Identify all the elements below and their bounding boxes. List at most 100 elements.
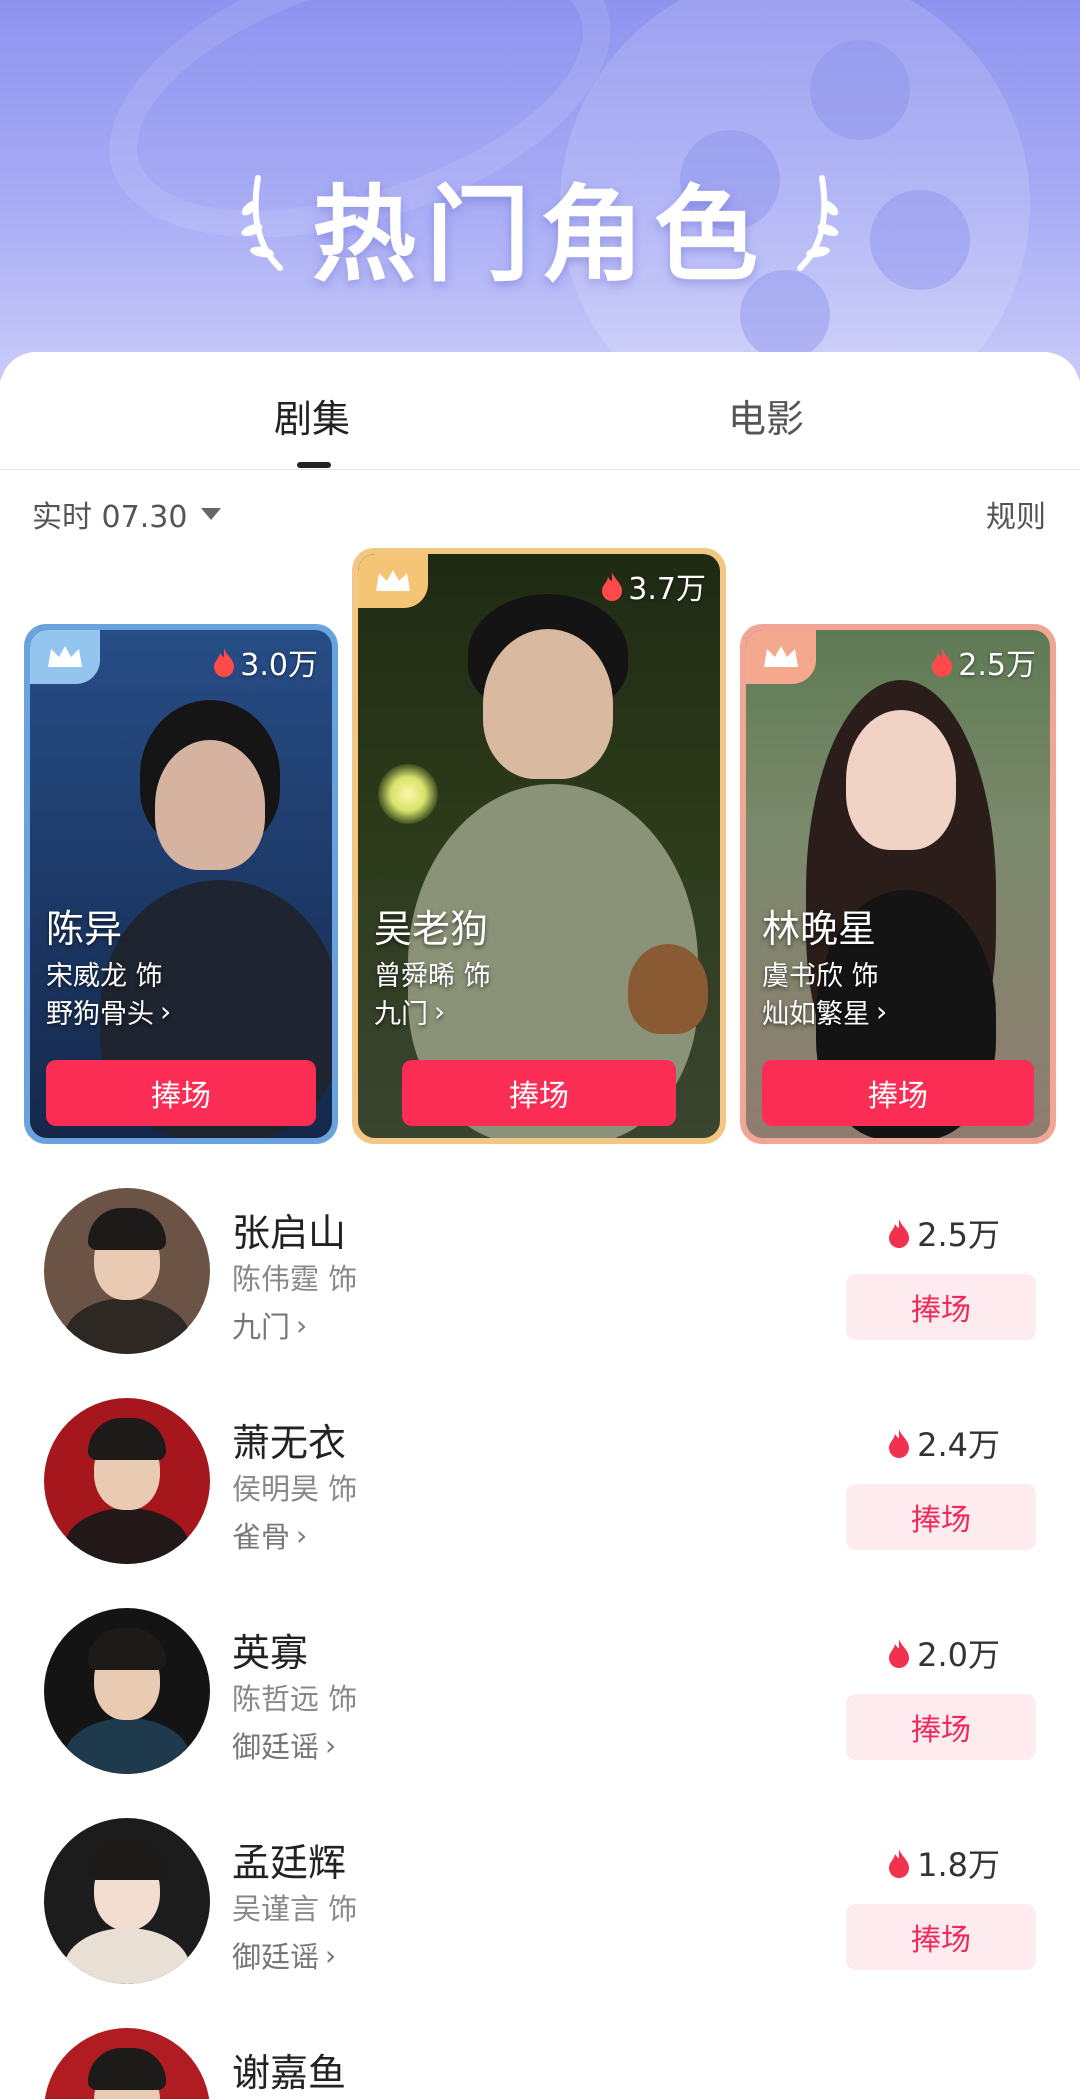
- chevron-right-icon: ›: [296, 1518, 308, 1552]
- face-shape: [483, 629, 613, 779]
- support-button[interactable]: 捧场: [762, 1060, 1034, 1126]
- show-title: 野狗骨头: [46, 999, 154, 1030]
- heat-count: 2.4万: [887, 1420, 1000, 1466]
- list-item[interactable]: 谢嘉鱼: [0, 2028, 1080, 2099]
- avatar-body: [64, 1718, 190, 1774]
- top-card-rank-2[interactable]: 3.0万 陈异 宋威龙 饰 野狗骨头 › 捧场: [24, 624, 338, 1144]
- avatar: [44, 1188, 210, 1354]
- character-name: 谢嘉鱼: [232, 2051, 347, 2095]
- flame-icon: [932, 648, 953, 677]
- support-button[interactable]: 捧场: [46, 1060, 316, 1126]
- chevron-right-icon: ›: [296, 1308, 308, 1342]
- crown-badge: [358, 554, 428, 608]
- heat-count: 2.0万: [887, 1630, 1000, 1676]
- show-title: 御廷谣: [232, 1730, 320, 1764]
- actor-name: 吴谨言 饰: [232, 1892, 358, 1926]
- top-card-rank-3[interactable]: 2.5万 林晚星 虞书欣 饰 灿如繁星 › 捧场: [740, 624, 1056, 1144]
- chevron-right-icon: ›: [876, 995, 888, 1028]
- character-name: 英寡: [232, 1631, 309, 1675]
- face-shape: [155, 740, 265, 870]
- flashlight-glow: [378, 764, 438, 824]
- avatar-body: [64, 1298, 190, 1354]
- show-link[interactable]: 御廷谣 ›: [232, 1724, 336, 1766]
- header-banner: 热门角色: [0, 0, 1080, 380]
- list-item[interactable]: 孟廷辉 吴谨言 饰 御廷谣 › 1.8万 捧场: [0, 1818, 1080, 2028]
- avatar-hair: [88, 2048, 166, 2090]
- character-name: 萧无衣: [232, 1421, 347, 1465]
- crown-icon: [764, 646, 798, 667]
- rules-link[interactable]: 规则: [986, 492, 1046, 536]
- show-link[interactable]: 九门 ›: [232, 1304, 307, 1346]
- heat-count: 3.7万: [600, 564, 706, 608]
- crown-badge: [30, 630, 100, 684]
- avatar: [44, 1608, 210, 1774]
- caret-down-icon: [201, 508, 222, 520]
- show-link[interactable]: 九门 ›: [374, 992, 445, 1031]
- time-filter-label: 实时 07.30: [32, 500, 188, 535]
- list-item[interactable]: 张启山 陈伟霆 饰 九门 › 2.5万 捧场: [0, 1188, 1080, 1398]
- heat-value: 2.0万: [917, 1636, 1000, 1674]
- top-card-rank-1[interactable]: 3.7万 吴老狗 曾舜晞 饰 九门 › 捧场: [352, 548, 726, 1144]
- actor-name: 虞书欣 饰: [762, 961, 879, 992]
- support-button[interactable]: 捧场: [846, 1694, 1036, 1760]
- chevron-right-icon: ›: [325, 1728, 337, 1762]
- category-tabs: 剧集 电影: [0, 352, 1080, 470]
- avatar: [44, 1398, 210, 1564]
- heat-value: 2.4万: [917, 1426, 1000, 1464]
- heat-value: 3.7万: [628, 572, 706, 607]
- page-title: 热门角色: [311, 174, 768, 296]
- tab-series[interactable]: 剧集: [274, 388, 350, 443]
- heat-value: 1.8万: [917, 1846, 1000, 1884]
- character-name: 陈异: [46, 907, 123, 951]
- chevron-right-icon: ›: [160, 995, 172, 1028]
- show-title: 九门: [232, 1310, 291, 1344]
- avatar-hair: [88, 1838, 166, 1880]
- actor-name: 陈伟霆 饰: [232, 1262, 358, 1296]
- avatar-hair: [88, 1418, 166, 1460]
- actor-name: 侯明昊 饰: [232, 1472, 358, 1506]
- character-name: 吴老狗: [374, 907, 489, 951]
- flame-icon: [889, 1639, 910, 1668]
- support-button[interactable]: 捧场: [402, 1060, 676, 1126]
- actor-name: 宋威龙 饰: [46, 961, 163, 992]
- chevron-right-icon: ›: [434, 995, 446, 1028]
- character-name: 孟廷辉: [232, 1841, 347, 1885]
- show-title: 九门: [374, 999, 428, 1030]
- avatar-body: [64, 1928, 190, 1984]
- avatar-body: [64, 1508, 190, 1564]
- character-name: 张启山: [232, 1211, 347, 1255]
- actor-name: 陈哲远 饰: [232, 1682, 358, 1716]
- list-item[interactable]: 萧无衣 侯明昊 饰 雀骨 › 2.4万 捧场: [0, 1398, 1080, 1608]
- avatar: [44, 1818, 210, 1984]
- heat-value: 2.5万: [958, 648, 1036, 683]
- flame-icon: [889, 1219, 910, 1248]
- show-link[interactable]: 雀骨 ›: [232, 1514, 307, 1556]
- flame-icon: [889, 1849, 910, 1878]
- heat-count: 2.5万: [887, 1210, 1000, 1256]
- support-button[interactable]: 捧场: [846, 1484, 1036, 1550]
- crown-icon: [48, 646, 82, 667]
- heat-count: 2.5万: [930, 640, 1036, 684]
- flame-icon: [602, 572, 623, 601]
- list-item[interactable]: 英寡 陈哲远 饰 御廷谣 › 2.0万 捧场: [0, 1608, 1080, 1818]
- support-button[interactable]: 捧场: [846, 1904, 1036, 1970]
- actor-name: 曾舜晞 饰: [374, 961, 491, 992]
- time-filter-dropdown[interactable]: 实时 07.30: [32, 492, 222, 536]
- show-link[interactable]: 灿如繁星 ›: [762, 992, 887, 1031]
- heat-count: 1.8万: [887, 1840, 1000, 1886]
- show-link[interactable]: 御廷谣 ›: [232, 1934, 336, 1976]
- tab-movies[interactable]: 电影: [728, 388, 804, 443]
- character-name: 林晚星: [762, 907, 877, 951]
- avatar: [44, 2028, 210, 2099]
- avatar-hair: [88, 1628, 166, 1670]
- crown-icon: [376, 570, 410, 591]
- crown-badge: [746, 630, 816, 684]
- show-title: 灿如繁星: [762, 999, 870, 1030]
- heat-value: 2.5万: [917, 1216, 1000, 1254]
- avatar-hair: [88, 1208, 166, 1250]
- active-tab-indicator: [297, 462, 331, 468]
- show-link[interactable]: 野狗骨头 ›: [46, 992, 171, 1031]
- flame-icon: [214, 648, 235, 677]
- support-button[interactable]: 捧场: [846, 1274, 1036, 1340]
- heat-value: 3.0万: [240, 648, 318, 683]
